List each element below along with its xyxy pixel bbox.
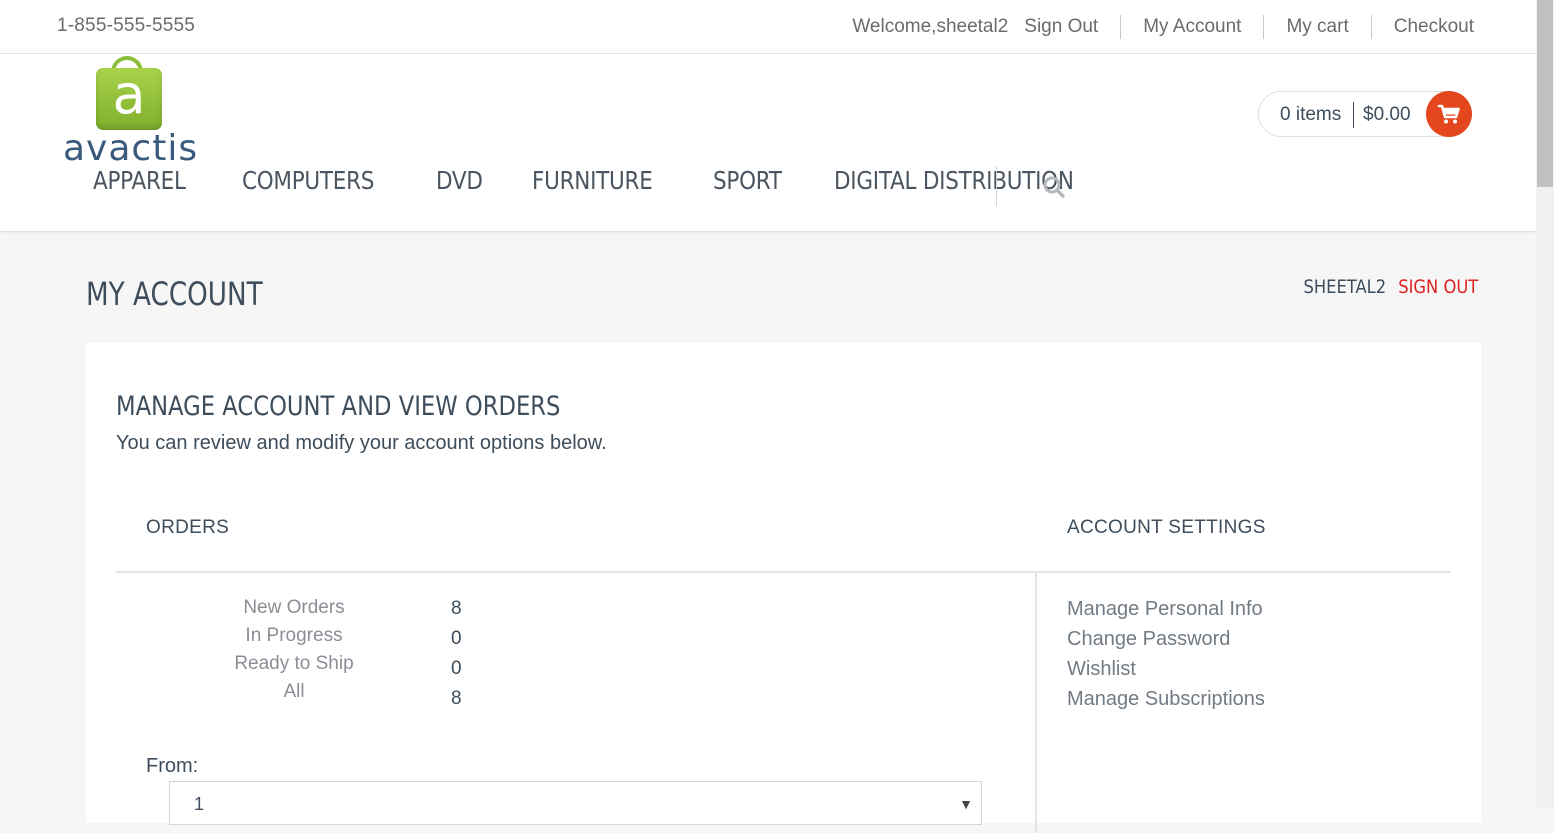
checkout-link[interactable]: Checkout bbox=[1394, 16, 1474, 38]
from-select-value: 1 bbox=[194, 794, 205, 814]
stat-value-in-progress[interactable]: 0 bbox=[451, 628, 462, 650]
wishlist-link[interactable]: Wishlist bbox=[1067, 658, 1136, 681]
nav-item-furniture[interactable]: FURNITURE bbox=[532, 166, 653, 195]
section-divider bbox=[116, 571, 1451, 573]
top-links: Welcome,sheetal2 Sign Out My Account My … bbox=[852, 15, 1474, 39]
divider bbox=[1370, 15, 1372, 39]
nav-item-digital-distribution[interactable]: DIGITAL DISTRIBUTION bbox=[834, 166, 1074, 195]
page: 1-855-555-5555 Welcome,sheetal2 Sign Out… bbox=[0, 0, 1536, 833]
panel-title: MANAGE ACCOUNT AND VIEW ORDERS bbox=[116, 391, 561, 422]
stat-label-all[interactable]: All bbox=[184, 681, 404, 703]
from-select[interactable]: 1 ▼ bbox=[169, 781, 982, 825]
sign-out-button[interactable]: SIGN OUT bbox=[1398, 276, 1478, 298]
nav-item-dvd[interactable]: DVD bbox=[436, 166, 483, 195]
cart-divider bbox=[1353, 102, 1354, 128]
username-link[interactable]: SHEETAL2 bbox=[1303, 276, 1386, 298]
my-account-link[interactable]: My Account bbox=[1143, 16, 1241, 38]
phone-number: 1-855-555-5555 bbox=[57, 15, 196, 36]
main-nav: APPAREL COMPUTERS DVD FURNITURE SPORT DI… bbox=[93, 166, 1154, 195]
cart-total: $0.00 bbox=[1363, 104, 1411, 125]
scrollbar-thumb[interactable] bbox=[1537, 0, 1553, 187]
my-cart-link[interactable]: My cart bbox=[1286, 16, 1348, 38]
change-password-link[interactable]: Change Password bbox=[1067, 628, 1230, 651]
stat-value-all[interactable]: 8 bbox=[451, 688, 462, 710]
from-label: From: bbox=[146, 755, 199, 777]
top-bar: 1-855-555-5555 Welcome,sheetal2 Sign Out… bbox=[0, 0, 1536, 54]
site-header: a avactis 0 items $0.00 APPAREL COMPUTER… bbox=[0, 54, 1536, 232]
stat-label-in-progress[interactable]: In Progress bbox=[184, 625, 404, 647]
manage-personal-info-link[interactable]: Manage Personal Info bbox=[1067, 598, 1263, 621]
search-icon bbox=[1043, 176, 1065, 198]
orders-header: ORDERS bbox=[146, 517, 230, 538]
account-panel: MANAGE ACCOUNT AND VIEW ORDERS You can r… bbox=[86, 343, 1481, 833]
nav-divider bbox=[996, 166, 997, 206]
welcome-text: Welcome,sheetal2 bbox=[852, 16, 1009, 37]
nav-item-apparel[interactable]: APPAREL bbox=[93, 166, 186, 195]
stat-label-ready-to-ship[interactable]: Ready to Ship bbox=[184, 653, 404, 675]
nav-item-sport[interactable]: SPORT bbox=[713, 166, 782, 195]
manage-subscriptions-link[interactable]: Manage Subscriptions bbox=[1067, 688, 1265, 711]
nav-item-computers[interactable]: COMPUTERS bbox=[242, 166, 374, 195]
stat-value-new-orders[interactable]: 8 bbox=[451, 598, 462, 620]
divider bbox=[1120, 15, 1122, 39]
sign-out-link[interactable]: Sign Out bbox=[1024, 16, 1098, 38]
column-divider bbox=[1035, 573, 1037, 833]
page-scrollbar[interactable] bbox=[1536, 0, 1554, 809]
stat-label-new-orders[interactable]: New Orders bbox=[184, 597, 404, 619]
panel-subtitle: You can review and modify your account o… bbox=[116, 432, 607, 454]
search-button[interactable] bbox=[1041, 174, 1067, 200]
stat-value-ready-to-ship[interactable]: 0 bbox=[451, 658, 462, 680]
chevron-down-icon: ▼ bbox=[959, 796, 973, 812]
logo[interactable]: a avactis bbox=[63, 56, 203, 169]
mini-cart[interactable]: 0 items $0.00 bbox=[1258, 91, 1472, 137]
cart-button[interactable] bbox=[1426, 91, 1472, 137]
shopping-cart-icon bbox=[1437, 104, 1460, 124]
logo-letter: a bbox=[112, 63, 146, 126]
divider bbox=[1263, 15, 1265, 39]
cart-items-count: 0 items bbox=[1280, 104, 1342, 125]
logo-wordmark: avactis bbox=[63, 128, 199, 169]
user-links: SHEETAL2 SIGN OUT bbox=[1303, 276, 1478, 298]
page-title: MY ACCOUNT bbox=[86, 275, 263, 313]
account-settings-header: ACCOUNT SETTINGS bbox=[1067, 517, 1266, 538]
